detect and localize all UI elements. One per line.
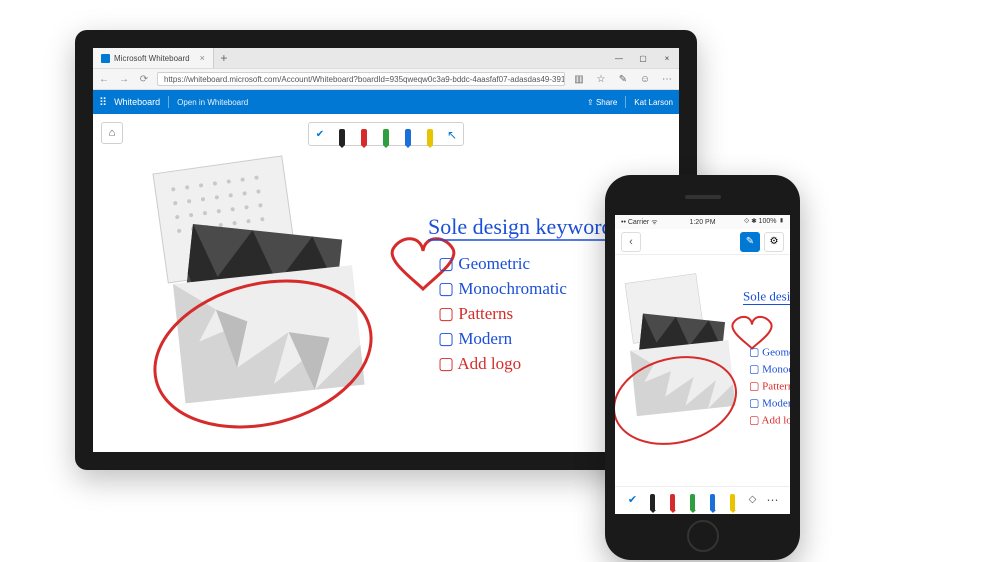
close-button[interactable]: ×	[655, 48, 679, 68]
tab-close-icon[interactable]: ×	[200, 53, 205, 63]
phone-pen-toolbar: ✔ ◇ ⋯	[615, 486, 790, 514]
open-in-app-link[interactable]: Open in Whiteboard	[177, 98, 248, 107]
svg-text:▢ Patterns: ▢ Patterns	[438, 304, 513, 323]
phone-device: •• Carrier ᯤ 1:20 PM ⟐ ✱ 100% ▮ ‹ ✎ ⚙	[605, 175, 800, 560]
phone-select-tool[interactable]: ✔	[627, 490, 639, 510]
phone-settings-button[interactable]: ⚙	[764, 232, 784, 252]
whiteboard-canvas[interactable]: ⌂ ✔ ↖	[93, 114, 679, 452]
share-page-icon[interactable]: ☺	[637, 74, 653, 85]
tab-favicon	[101, 54, 110, 63]
divider	[168, 96, 169, 108]
phone-more-button[interactable]: ⋯	[767, 490, 779, 510]
app-title: Whiteboard	[114, 97, 160, 107]
nav-back-button[interactable]: ←	[97, 74, 111, 85]
canvas-svg: Sole design keywords ▢ Geometric ▢ Monoc…	[93, 114, 679, 452]
svg-text:▢ Monochromatic: ▢ Monochromatic	[438, 279, 567, 298]
divider	[625, 96, 626, 108]
app-launcher-icon[interactable]: ⠿	[99, 96, 106, 109]
phone-eraser-tool[interactable]: ◇	[747, 490, 759, 510]
tablet-screen: Microsoft Whiteboard × + — ▢ × ← → ⟳ htt…	[93, 48, 679, 452]
phone-status-bar: •• Carrier ᯤ 1:20 PM ⟐ ✱ 100% ▮	[615, 215, 790, 229]
board-title-text: Sole design keywords	[428, 214, 621, 239]
svg-text:▢ Patterns: ▢ Patterns	[749, 381, 790, 393]
clock-label: 1:20 PM	[689, 219, 715, 226]
svg-text:▢ Modern: ▢ Modern	[749, 398, 790, 410]
phone-pen-button[interactable]: ✎	[740, 232, 760, 252]
svg-text:Sole design keywords: Sole design keywords	[743, 289, 790, 304]
user-name[interactable]: Kat Larson	[634, 98, 673, 107]
phone-whiteboard-canvas[interactable]: Sole design keywords ▢ Geometric ▢ Monoc…	[615, 255, 790, 486]
phone-pen-red[interactable]	[667, 490, 679, 510]
nav-refresh-button[interactable]: ⟳	[137, 74, 151, 85]
reading-view-icon[interactable]: ▥	[571, 74, 587, 85]
svg-text:▢ Modern: ▢ Modern	[438, 329, 513, 348]
browser-tab[interactable]: Microsoft Whiteboard ×	[93, 48, 214, 68]
window-controls: — ▢ ×	[607, 48, 679, 68]
app-header: ⠿ Whiteboard Open in Whiteboard ⇪ Share …	[93, 90, 679, 114]
url-input[interactable]: https://whiteboard.microsoft.com/Account…	[157, 72, 565, 86]
tab-title: Microsoft Whiteboard	[114, 54, 190, 63]
favorites-icon[interactable]: ☆	[593, 74, 609, 85]
phone-pen-green[interactable]	[687, 490, 699, 510]
phone-home-button[interactable]	[687, 520, 719, 552]
maximize-button[interactable]: ▢	[631, 48, 655, 68]
phone-pen-yellow[interactable]	[727, 490, 739, 510]
url-text: https://whiteboard.microsoft.com/Account…	[164, 75, 565, 84]
phone-pen-blue[interactable]	[707, 490, 719, 510]
phone-screen: •• Carrier ᯤ 1:20 PM ⟐ ✱ 100% ▮ ‹ ✎ ⚙	[615, 215, 790, 514]
browser-address-bar: ← → ⟳ https://whiteboard.microsoft.com/A…	[93, 68, 679, 90]
tablet-device: Microsoft Whiteboard × + — ▢ × ← → ⟳ htt…	[75, 30, 697, 470]
nav-forward-button[interactable]: →	[117, 74, 131, 85]
carrier-label: •• Carrier ᯤ	[621, 218, 658, 227]
battery-label: ⟐ ✱ 100% ▮	[744, 218, 784, 226]
phone-app-header: ‹ ✎ ⚙	[615, 229, 790, 255]
svg-text:▢ Add logo: ▢ Add logo	[749, 415, 790, 427]
menu-icon[interactable]: ⋯	[659, 74, 675, 85]
notes-icon[interactable]: ✎	[615, 74, 631, 85]
svg-text:▢ Geometric: ▢ Geometric	[438, 254, 531, 273]
browser-titlebar: Microsoft Whiteboard × + — ▢ ×	[93, 48, 679, 68]
phone-back-button[interactable]: ‹	[621, 232, 641, 252]
svg-text:▢ Geometric: ▢ Geometric	[749, 347, 790, 359]
new-tab-button[interactable]: +	[214, 48, 234, 68]
svg-text:▢ Monochromatic: ▢ Monochromatic	[749, 364, 790, 376]
phone-pen-black[interactable]	[647, 490, 659, 510]
share-button[interactable]: ⇪ Share	[587, 98, 617, 107]
minimize-button[interactable]: —	[607, 48, 631, 68]
svg-text:▢ Add logo: ▢ Add logo	[438, 354, 521, 373]
